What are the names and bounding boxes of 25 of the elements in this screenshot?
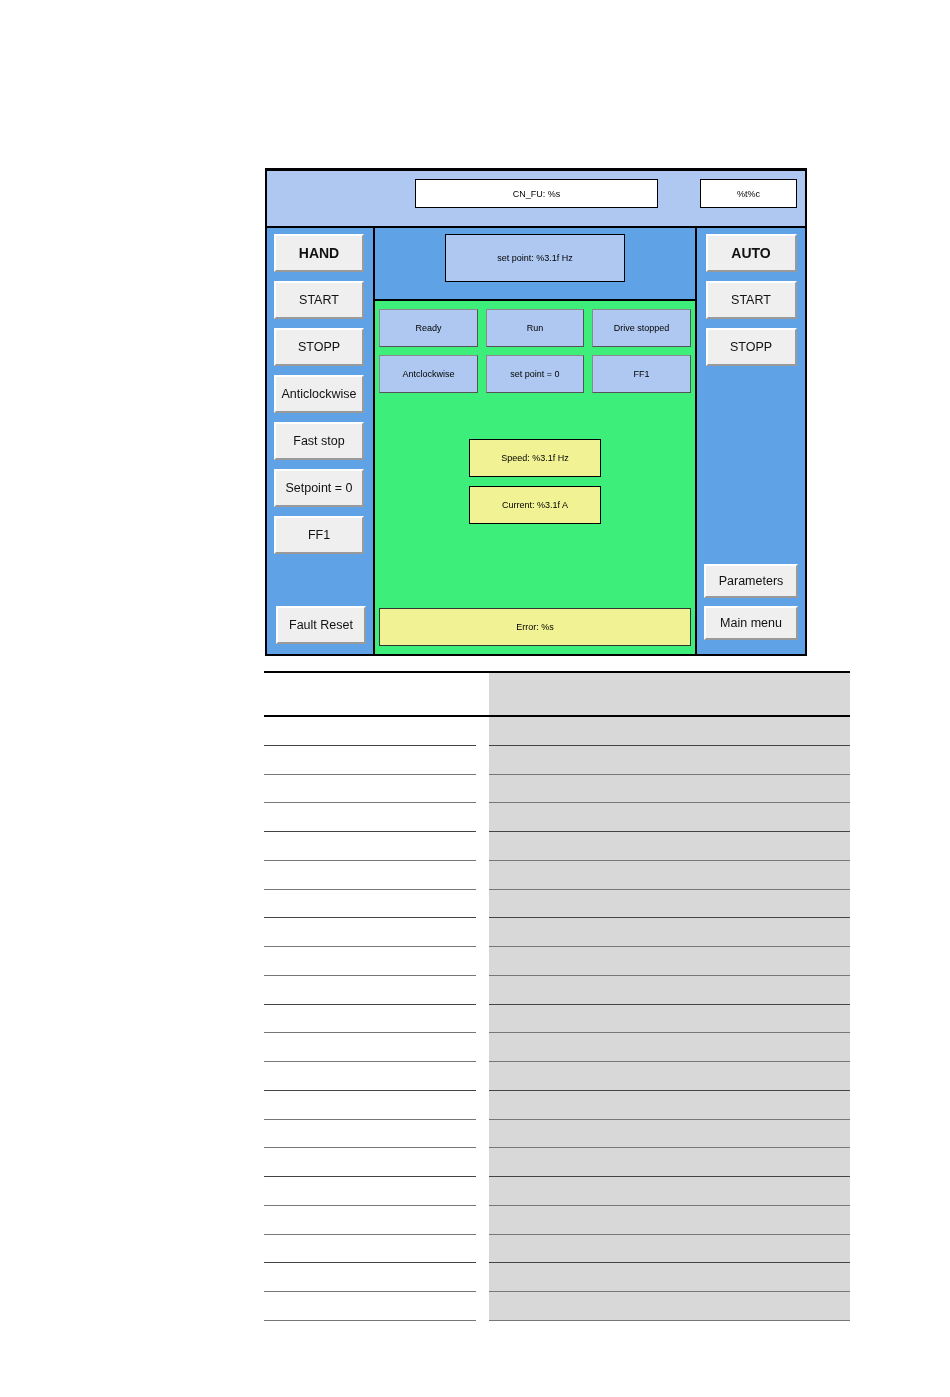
command-button[interactable]: START (274, 281, 364, 319)
command-button[interactable]: Setpoint = 0 (274, 469, 364, 507)
display-field: CN_FU: %s (415, 179, 658, 208)
command-button[interactable]: STOPP (705, 328, 797, 366)
display-field: %t%c (700, 179, 797, 208)
readout-display: Current: %3.1f A (469, 486, 601, 524)
status-indicator: Ready (379, 309, 478, 347)
status-indicator: Drive stopped (592, 309, 691, 347)
status-indicator: set point = 0 (486, 355, 584, 393)
status-indicator: FF1 (592, 355, 691, 393)
status-indicator: Antclockwise (379, 355, 478, 393)
status-indicator: Run (486, 309, 584, 347)
command-button[interactable]: STOPP (274, 328, 364, 366)
command-button[interactable]: FF1 (274, 516, 364, 554)
command-button[interactable]: Fault Reset (276, 606, 366, 644)
error-display: Error: %s (379, 608, 691, 646)
command-button[interactable]: Fast stop (274, 422, 364, 460)
command-button[interactable]: START (705, 281, 797, 319)
mode-button[interactable]: HAND (274, 234, 364, 272)
setpoint-display: set point: %3.1f Hz (445, 234, 625, 282)
command-button[interactable]: Parameters (704, 564, 798, 598)
command-button[interactable]: Main menu (704, 606, 798, 640)
readout-display: Speed: %3.1f Hz (469, 439, 601, 477)
mode-button[interactable]: AUTO (705, 234, 797, 272)
command-button[interactable]: Anticlockwise (274, 375, 364, 413)
